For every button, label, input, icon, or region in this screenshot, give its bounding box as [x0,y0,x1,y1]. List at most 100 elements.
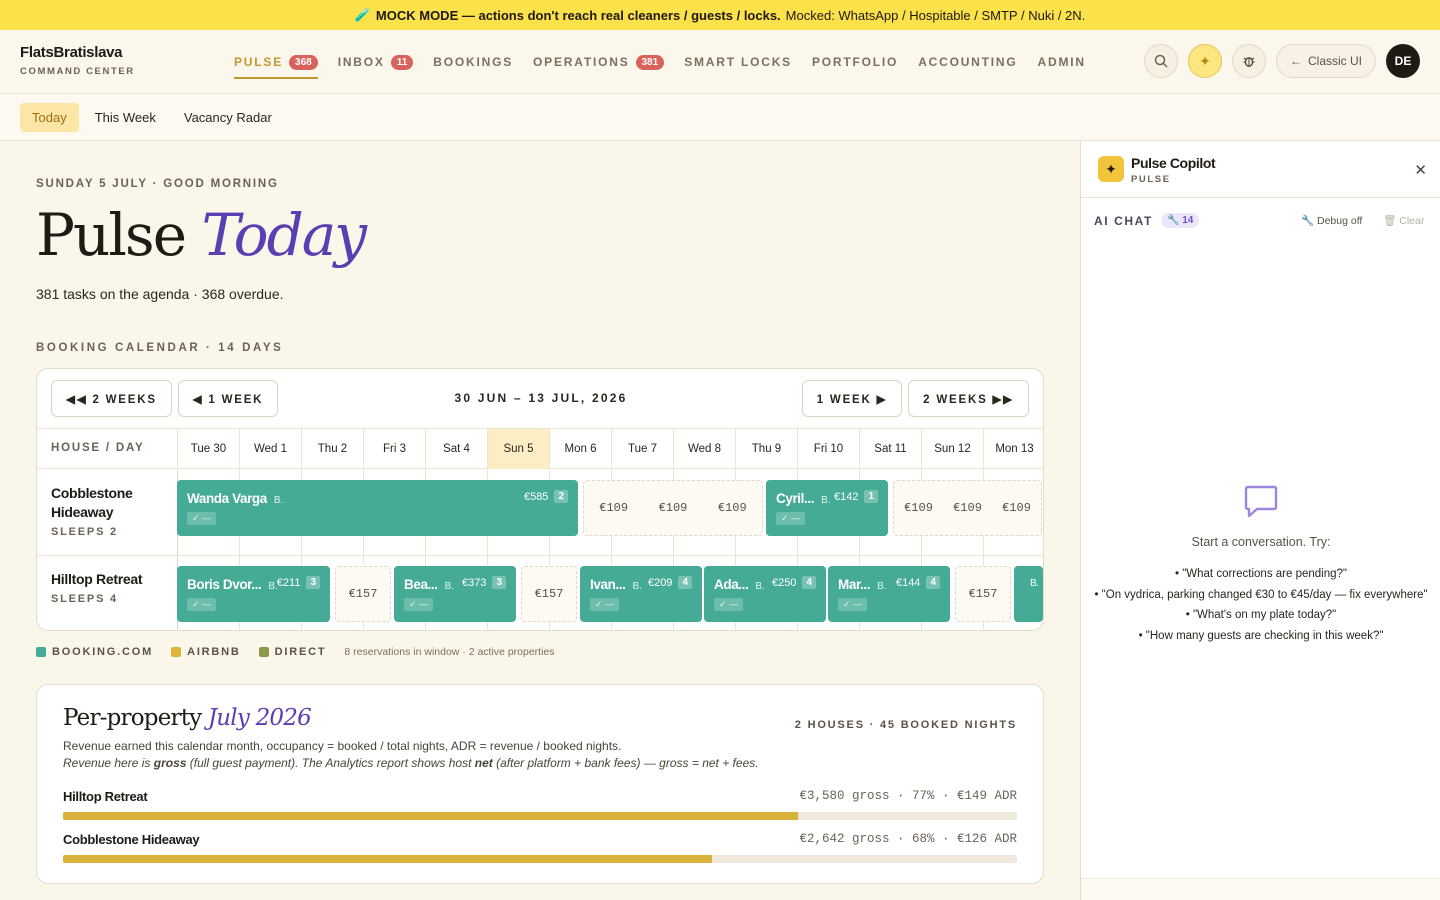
forward-1-week-button[interactable]: 1 WEEK ▶ [802,380,902,417]
suggestion-item[interactable]: • "How many guests are checking in this … [1081,626,1440,647]
suggestion-item[interactable]: • "On vydrica, parking changed €30 to €4… [1081,585,1440,606]
ai-chat-label: AI CHAT [1094,213,1153,228]
property-label[interactable]: Hilltop Retreat SLEEPS 4 [51,570,161,605]
chat-input-area[interactable] [1081,878,1440,900]
debug-toggle[interactable]: 🔧 Debug off [1301,214,1362,227]
search-icon [1154,54,1168,68]
booking-source: B. [821,495,831,506]
vacant-slot[interactable]: €157 [335,566,391,622]
nav-pulse[interactable]: PULSE 368 [234,30,318,94]
classic-ui-button[interactable]: ← Classic UI [1275,44,1376,78]
booking-source: B. [877,581,887,592]
clear-label: Clear [1399,215,1425,227]
close-icon[interactable]: ✕ [1414,161,1427,179]
vacant-slot[interactable]: €109 €109 €109 [893,480,1042,536]
day-header: Sat 11 [859,429,921,469]
nav-bookings[interactable]: BOOKINGS [433,30,513,94]
brand[interactable]: FlatsBratislava COMMAND CENTER [20,44,135,77]
arrow-left-icon: ← [1289,54,1302,68]
note-text: (after platform + bank fees) — gross = n… [492,756,759,770]
booking-bar[interactable]: Ada... B. €250 4 ✓ — [704,566,826,622]
booking-bar[interactable]: Ivan... B. €209 4 ✓ — [580,566,702,622]
booking-source: B. [273,495,284,506]
flask-icon: 🧪 [354,7,371,22]
mock-mode-strong: MOCK MODE — actions don't reach real cle… [375,7,781,23]
tab-this-week[interactable]: This Week [83,103,168,132]
booking-nights: 2 [554,490,568,503]
booking-price: €144 [895,576,921,589]
suggestion-item[interactable]: • "What's on my plate today?" [1081,605,1440,626]
per-property-description: Revenue earned this calendar month, occu… [63,739,622,753]
booking-meta: €211 3 [277,576,320,589]
debug-button[interactable] [1231,44,1266,78]
copilot-title: Pulse Copilot [1131,155,1216,171]
legend-item: DIRECT [258,646,327,658]
booking-nights: 4 [678,576,692,589]
day-header: Sun 5 [487,429,549,469]
nightly-price: €157 [348,587,378,601]
nav-label: ADMIN [1037,55,1086,69]
legend-item: BOOKING.COM [36,646,153,658]
tab-today[interactable]: Today [20,102,79,132]
tools-count-badge[interactable]: 🔧 14 [1160,213,1200,228]
chat-bubble-icon [1243,483,1279,524]
nav-accounting[interactable]: ACCOUNTING [918,30,1017,94]
booking-guest: Wanda Varga B. [187,491,283,506]
property-name: Hilltop Retreat [63,789,148,804]
mock-mode-detail: Mocked: WhatsApp / Hospitable / SMTP / N… [785,7,1086,23]
property-name: Cobblestone Hideaway [63,832,200,847]
booking-status-chip: ✓ — [187,512,217,525]
property-sleeps: SLEEPS 2 [51,526,118,538]
brand-name: FlatsBratislava [20,44,123,61]
day-header: Sat 4 [425,429,487,469]
nav-label: OPERATIONS [533,55,630,69]
per-property-title-plain: Per-property [63,705,202,731]
property-revenue-row: Cobblestone Hideaway €2,642 gross · 68% ·… [63,832,1017,864]
property-stats: €2,642 gross · 68% · €126 ADR [799,832,1017,846]
top-bar: FlatsBratislava COMMAND CENTER PULSE 368 I… [0,30,1440,94]
page-title-plain: Pulse [36,201,187,269]
forward-2-weeks-button[interactable]: 2 WEEKS ▶▶ [908,380,1029,417]
nightly-price: €109 [599,501,629,515]
calendar-row: Cobblestone Hideaway SLEEPS 2 €109 €109 €109… [37,470,1043,556]
nav-inbox[interactable]: INBOX 11 [338,30,414,94]
vacant-slot[interactable]: €157 [955,566,1011,622]
legend-item: AIRBNB [171,646,241,658]
nav-operations[interactable]: OPERATIONS 381 [533,30,665,94]
booking-bar[interactable]: Mar... B. €144 4 ✓ — [828,566,950,622]
booking-guest: Cyril... B. [776,491,831,506]
booking-guest: Ivan... B. [590,577,642,592]
nav-admin[interactable]: ADMIN [1038,30,1086,94]
booking-nights: 4 [802,576,816,589]
booking-nights: 3 [306,576,320,589]
tools-count: 14 [1182,215,1194,226]
search-button[interactable] [1143,44,1178,78]
vacant-slot[interactable]: €157 [521,566,577,622]
per-property-card: Per-property July 2026 2 HOUSES · 45 BOO… [36,684,1044,884]
day-header: Mon 6 [549,429,611,469]
booking-bar[interactable]: Bea... B. €373 3 ✓ — [394,566,516,622]
start-conversation-text: Start a conversation. Try: [1191,535,1331,549]
nav-portfolio[interactable]: PORTFOLIO [812,30,898,94]
property-revenue-row: Hilltop Retreat €3,580 gross · 77% · €149… [63,789,1017,821]
brand-subtitle: COMMAND CENTER [20,66,135,77]
agenda-summary: 381 tasks on the agenda · 368 overdue. [36,286,284,302]
day-header: Tue 30 [177,429,239,469]
copilot-toggle-button[interactable]: ✦ [1187,44,1222,78]
property-label[interactable]: Cobblestone Hideaway SLEEPS 2 [51,484,161,538]
booking-bar[interactable]: B. [1014,566,1043,622]
booking-bar[interactable]: Boris Dvor... B. €211 3 ✓ — [177,566,330,622]
calendar-legend: BOOKING.COM AIRBNB DIRECT 8 reservations in… [36,646,555,658]
calendar-section-label: BOOKING CALENDAR · 14 DAYS [36,342,284,354]
legend-label: AIRBNB [187,646,241,658]
vacant-slot[interactable]: €109 €109 €109 [583,480,763,536]
nav-smart-locks[interactable]: SMART LOCKS [684,30,792,94]
booking-price: €142 [833,490,859,503]
avatar[interactable]: DE [1386,44,1420,78]
booking-price: €373 [461,576,487,589]
booking-bar[interactable]: Wanda Varga B. €585 2 ✓ — [177,480,578,536]
suggestion-item[interactable]: • "What corrections are pending?" [1081,564,1440,585]
clear-chat-button[interactable]: 🗑 Clear [1383,214,1424,227]
tab-vacancy-radar[interactable]: Vacancy Radar [172,103,284,132]
booking-bar[interactable]: Cyril... B. €142 1 ✓ — [766,480,888,536]
